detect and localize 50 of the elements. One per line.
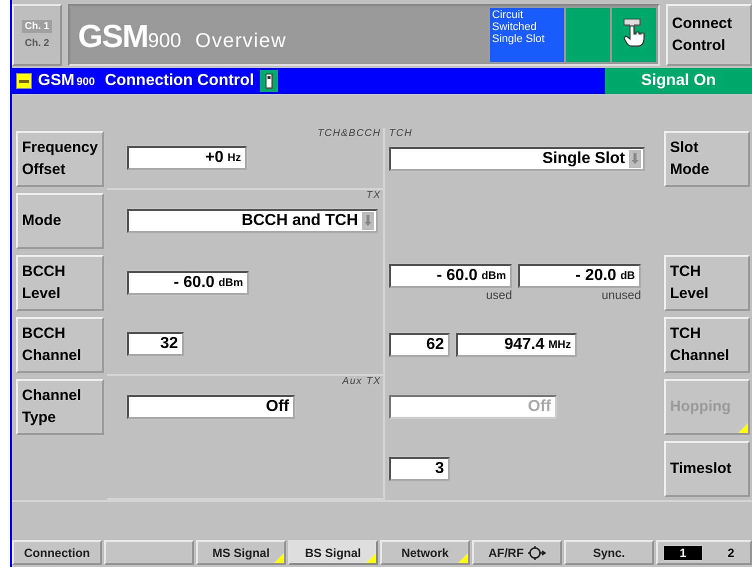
softkey-button[interactable]: BCCH Channel [16, 317, 104, 373]
field-caption: used [486, 288, 512, 302]
section-tag: TCH&BCCH [317, 128, 381, 139]
softkey-button[interactable]: BCCH Level [16, 255, 104, 311]
softkey-button[interactable]: Mode [16, 193, 104, 249]
tab[interactable]: BS Signal [288, 540, 378, 565]
tab[interactable]: Sync. [564, 540, 654, 565]
connection-title: GSM 900 Connection Control [38, 72, 254, 90]
page-number[interactable]: 1 [664, 546, 702, 560]
value-field[interactable]: 3 [389, 457, 450, 481]
value-field[interactable]: 62 [389, 333, 450, 357]
target-icon [528, 546, 546, 560]
tab[interactable]: MS Signal [196, 540, 286, 565]
submenu-corner-icon [274, 553, 284, 563]
field-caption: unused [602, 288, 641, 302]
tab[interactable]: Network [380, 540, 470, 565]
softkey-button[interactable]: Frequency Offset [16, 131, 104, 187]
status-text: Circuit Switched Single Slot [490, 8, 564, 62]
softkey-button[interactable]: TCH Channel [664, 317, 750, 373]
signal-status: Signal On [605, 68, 752, 94]
value-field[interactable]: 32 [127, 332, 184, 356]
value-field[interactable]: Single Slot [389, 147, 645, 171]
value-field[interactable]: - 20.0 dB [518, 264, 641, 288]
value-field[interactable]: +0 Hz [127, 146, 247, 170]
blank-tab[interactable] [104, 540, 194, 565]
softkey-button[interactable]: Timeslot [664, 441, 750, 497]
value-field[interactable]: Off [127, 395, 295, 419]
softkey-button[interactable]: Channel Type [16, 379, 104, 435]
value-field[interactable]: 947.4 MHz [456, 333, 577, 357]
section-tag: TX [366, 190, 381, 201]
minus-icon [16, 73, 32, 89]
status-indicator [566, 8, 610, 62]
channel-label[interactable]: Ch. 2 [22, 37, 52, 50]
screen-title: GSM900 Overview [77, 17, 288, 56]
page-number[interactable]: 2 [712, 546, 750, 560]
submenu-corner-icon [738, 423, 748, 433]
channel-selector[interactable]: Ch. 1 Ch. 2 [12, 4, 62, 66]
connect-control-button[interactable]: Connect Control [666, 4, 752, 66]
section-tag: TCH [389, 128, 413, 139]
value-field[interactable]: - 60.0 dBm [127, 271, 249, 295]
phone-icon [260, 70, 278, 92]
section-tag: Aux TX [342, 376, 381, 387]
tab[interactable]: AF/RF [472, 540, 562, 565]
softkey-button[interactable]: TCH Level [664, 255, 750, 311]
tab[interactable]: Connection [12, 540, 102, 565]
softkey-button[interactable]: Slot Mode [664, 131, 750, 187]
submenu-corner-icon [458, 553, 468, 563]
value-field[interactable]: BCCH and TCH [127, 209, 378, 233]
value-field[interactable]: - 60.0 dBm [389, 264, 512, 288]
submenu-corner-icon [366, 553, 376, 563]
